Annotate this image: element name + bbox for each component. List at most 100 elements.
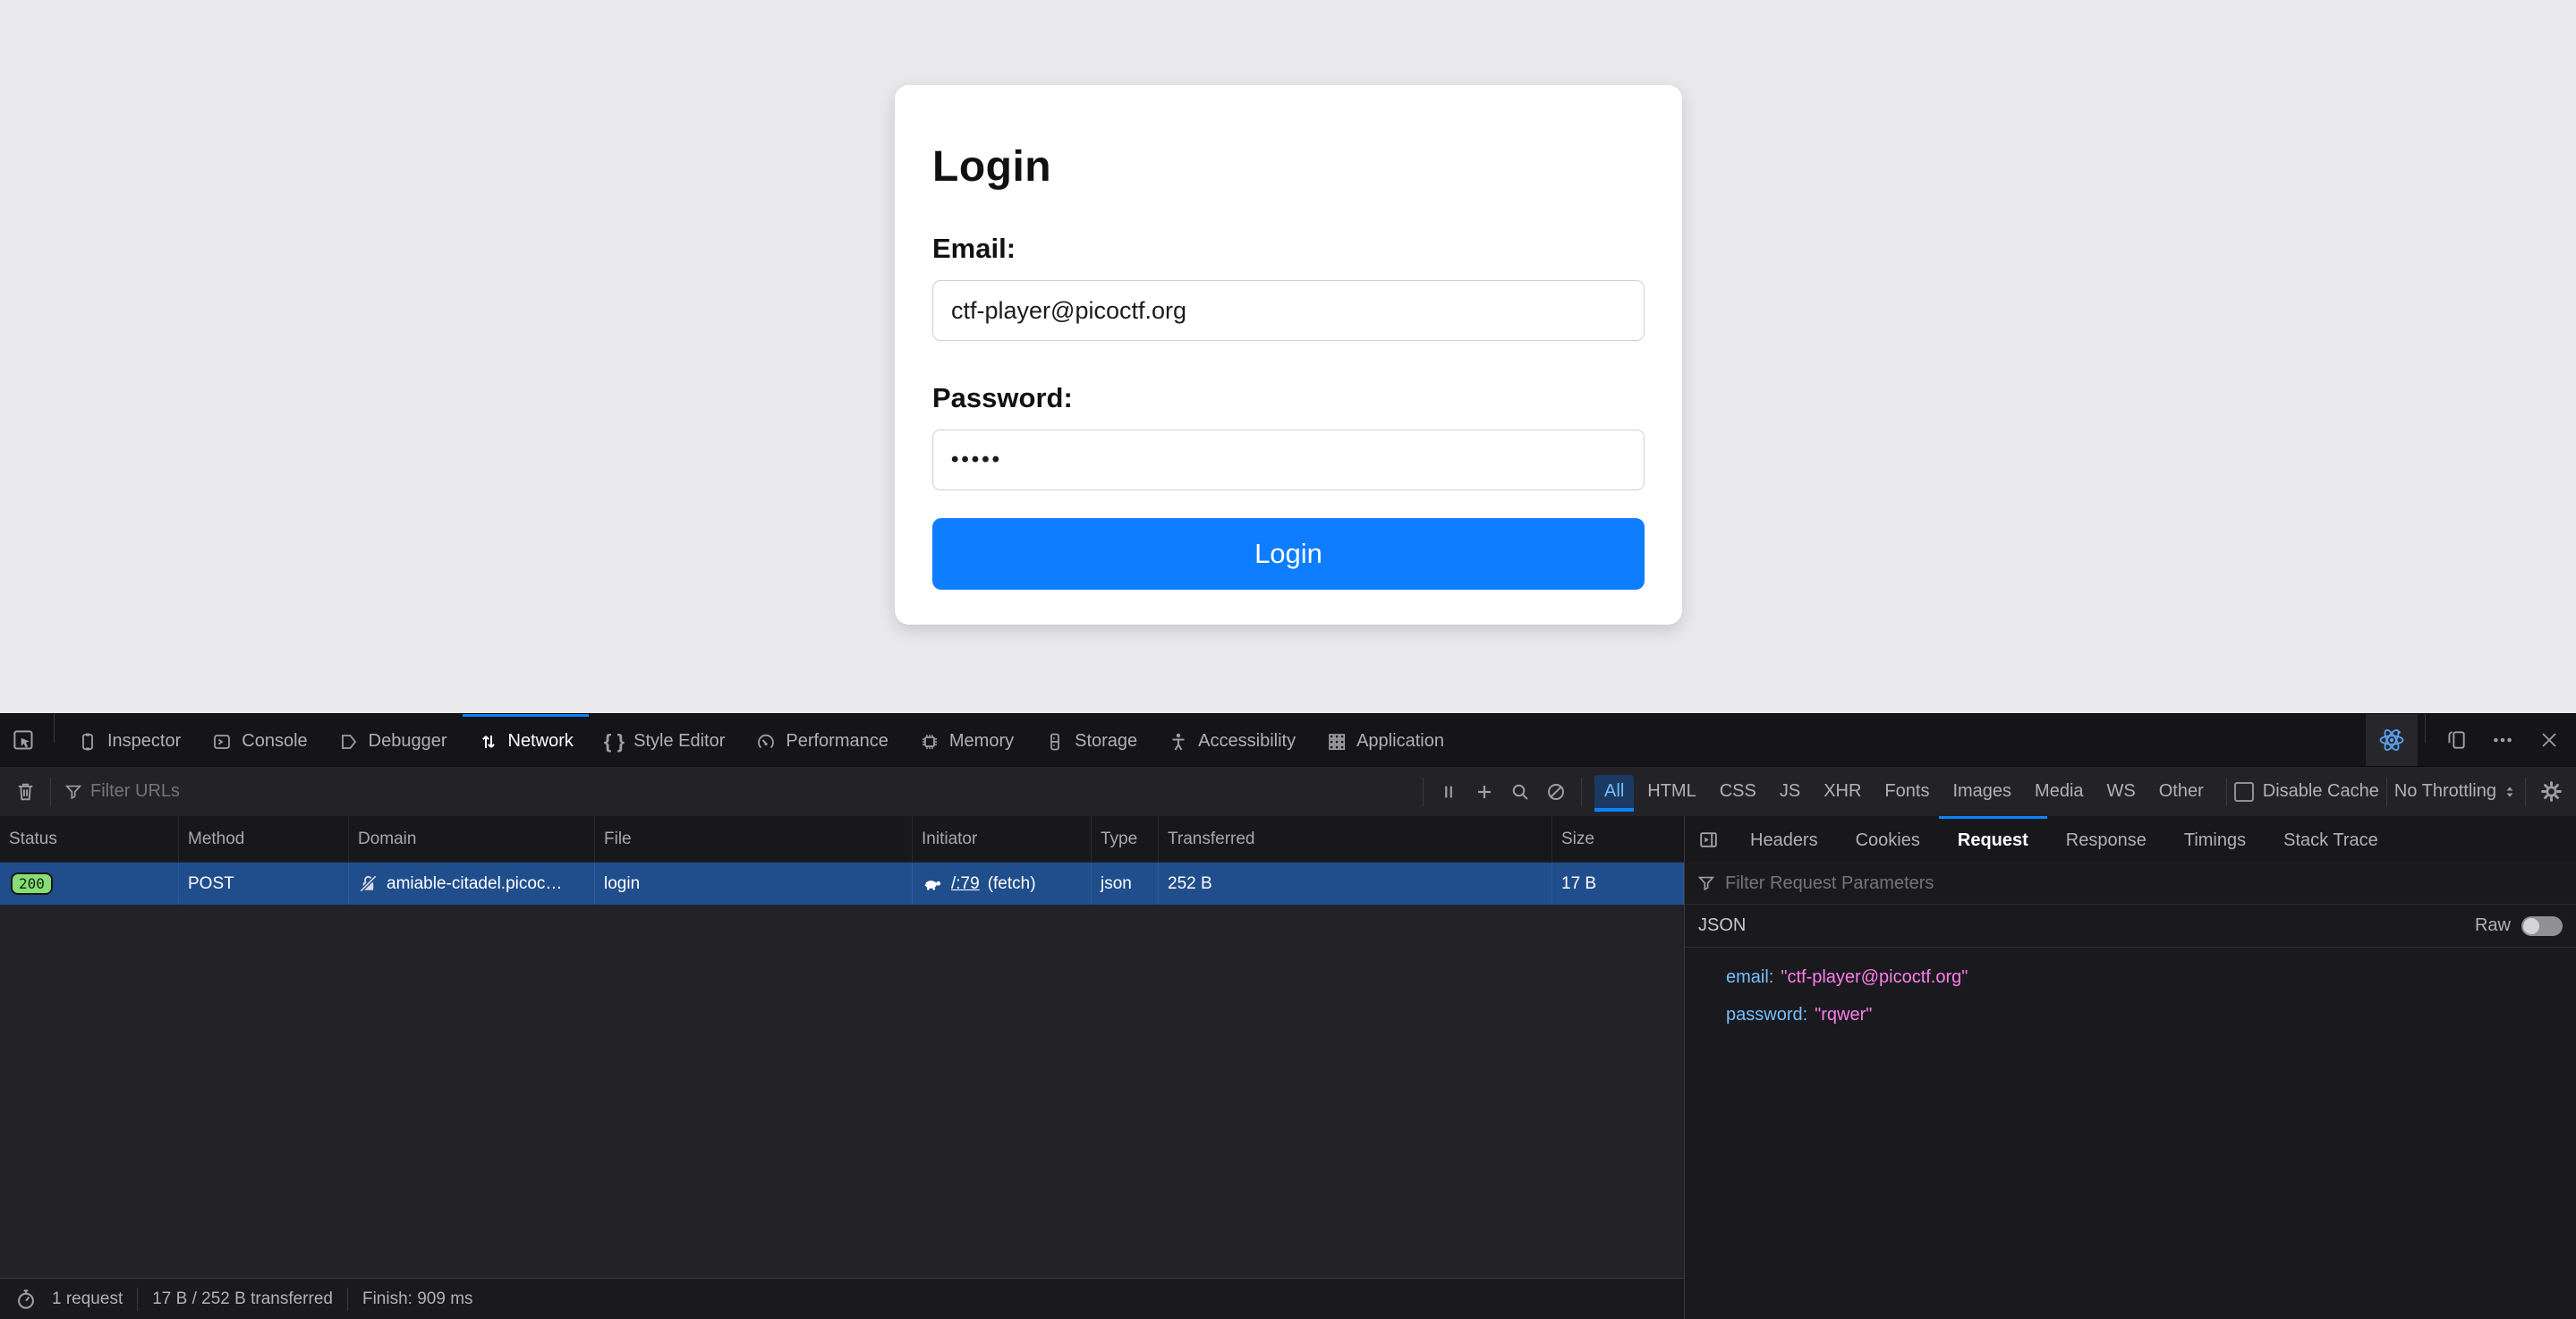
tab-memory[interactable]: Memory [904,714,1029,766]
initiator-link[interactable]: /:79 [951,874,980,894]
search-button[interactable] [1502,774,1538,810]
insecure-lock-icon [358,873,378,894]
type-filter-html[interactable]: HTML [1637,775,1705,808]
responsive-design-icon [2444,728,2468,752]
tab-timings[interactable]: Timings [2165,816,2265,863]
filter-icon [1696,873,1716,893]
tab-network[interactable]: Network [463,714,589,766]
column-header-method[interactable]: Method [179,816,349,862]
tab-stack-trace[interactable]: Stack Trace [2265,816,2397,863]
type-filter-fonts[interactable]: Fonts [1875,775,1939,808]
type-filter-other[interactable]: Other [2149,775,2214,808]
tab-cookies[interactable]: Cookies [1837,816,1939,863]
login-title: Login [932,142,1645,191]
tab-storage[interactable]: Storage [1029,714,1152,766]
param-row-email[interactable]: email: "ctf-player@picoctf.org" [1685,958,2576,996]
tab-request[interactable]: Request [1939,816,2047,863]
email-input[interactable] [932,280,1645,341]
type-filter-images[interactable]: Images [1943,775,2021,808]
network-settings-button[interactable] [2533,774,2569,810]
type-filter-xhr[interactable]: XHR [1814,775,1871,808]
divider [2226,778,2227,806]
split-panel-button[interactable] [1685,816,1731,863]
pause-icon [1439,782,1458,802]
request-initiator-cell: /:79 (fetch) [913,863,1092,905]
request-file-cell: login [595,863,913,905]
column-header-initiator[interactable]: Initiator [913,816,1092,862]
tab-application[interactable]: Application [1311,714,1459,766]
tabbar-spacer [1459,714,2366,766]
divider [2386,778,2387,806]
type-filter-js[interactable]: JS [1770,775,1810,808]
param-key: password: [1726,1005,1807,1025]
close-devtools-button[interactable] [2526,714,2572,766]
initiator-type: (fetch) [988,874,1036,894]
divider [2425,714,2426,743]
tab-debugger[interactable]: Debugger [323,714,463,766]
tab-label: Debugger [369,731,447,752]
style-editor-icon: { } [604,730,625,753]
finish-time: Finish: 909 ms [362,1289,473,1309]
column-header-file[interactable]: File [595,816,913,862]
column-header-status[interactable]: Status [0,816,179,862]
type-filter-media[interactable]: Media [2025,775,2093,808]
request-count: 1 request [52,1289,123,1309]
param-row-password[interactable]: password: "rqwer" [1685,996,2576,1034]
column-header-type[interactable]: Type [1092,816,1159,862]
pick-element-button[interactable] [0,714,47,766]
more-options-button[interactable] [2479,714,2526,766]
request-row[interactable]: 200 POST amiable-citadel.picoc… login [0,863,1684,905]
details-filter-row [1685,863,2576,905]
filter-request-parameters-input[interactable] [1725,873,2564,894]
pause-updates-button[interactable] [1431,774,1467,810]
tab-accessibility[interactable]: Accessibility [1152,714,1311,766]
format-label: JSON [1698,915,1746,936]
type-filter-pills: All HTML CSS JS XHR Fonts Images Media W… [1594,775,2214,808]
search-icon [1509,781,1531,803]
request-table-header: Status Method Domain File Initiator Type… [0,816,1684,863]
request-type-cell: json [1092,863,1159,905]
tab-label: Memory [949,731,1014,752]
tab-inspector[interactable]: Inspector [62,714,196,766]
memory-icon [919,731,940,753]
password-input[interactable] [932,430,1645,490]
type-filter-css[interactable]: CSS [1710,775,1766,808]
network-status-bar: 1 request 17 B / 252 B transferred Finis… [0,1278,1684,1319]
tab-console[interactable]: Console [196,714,322,766]
split-panel-icon [1697,829,1720,851]
throttling-select[interactable]: No Throttling [2394,781,2518,802]
disable-cache-label: Disable Cache [2263,781,2379,802]
new-request-button[interactable] [1467,774,1502,810]
type-filter-all[interactable]: All [1594,775,1634,808]
login-card: Login Email: Password: Login [895,85,1682,625]
console-icon [211,731,233,753]
tab-headers[interactable]: Headers [1731,816,1837,863]
clear-requests-button[interactable] [7,774,43,810]
block-icon [1545,781,1567,803]
pick-element-icon [12,728,36,753]
tab-style-editor[interactable]: { } Style Editor [589,714,741,766]
login-button[interactable]: Login [932,518,1645,590]
gear-icon [2539,779,2563,804]
column-header-domain[interactable]: Domain [349,816,595,862]
react-devtools-button[interactable] [2366,714,2418,766]
request-params-list: email: "ctf-player@picoctf.org" password… [1685,948,2576,1319]
password-label: Password: [932,382,1645,414]
tab-performance[interactable]: Performance [740,714,904,766]
divider [54,714,55,743]
block-urls-button[interactable] [1538,774,1574,810]
devtools-tabbar: Inspector Console Debugger [0,714,2576,766]
devtools-panel: Inspector Console Debugger [0,713,2576,1319]
column-header-transferred[interactable]: Transferred [1159,816,1552,862]
request-status-cell: 200 [0,863,179,905]
column-header-size[interactable]: Size [1552,816,1684,862]
close-icon [2538,729,2560,751]
request-domain-cell: amiable-citadel.picoc… [349,863,595,905]
type-filter-ws[interactable]: WS [2097,775,2146,808]
disable-cache-checkbox[interactable]: Disable Cache [2234,781,2379,802]
filter-urls-input[interactable] [90,781,1416,802]
tab-response[interactable]: Response [2047,816,2165,863]
raw-toggle[interactable] [2521,916,2563,936]
responsive-design-button[interactable] [2433,714,2479,766]
request-list-empty-area [0,905,1684,1278]
